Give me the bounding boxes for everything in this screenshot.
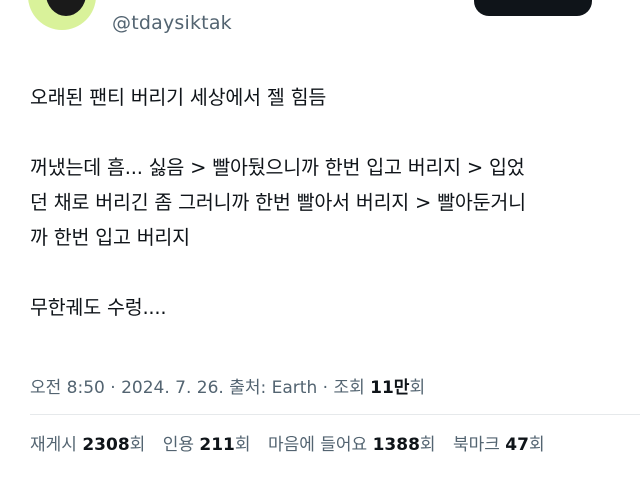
tweet-text: 오래된 팬티 버리기 세상에서 젤 힘듬 꺼냈는데 흠... 싫음 > 빨아뒀으… [30, 80, 620, 325]
tweet-meta: 오전 8:50 · 2024. 7. 26. 출처: Earth · 조회 11… [30, 373, 425, 398]
follow-button[interactable] [474, 0, 592, 16]
source-label: 출처: [229, 378, 267, 398]
likes-unit: 회 [419, 435, 436, 455]
avatar[interactable] [28, 0, 96, 30]
retweets-count: 2308 [82, 435, 130, 455]
quotes-unit: 회 [234, 435, 251, 455]
avatar-image [46, 0, 86, 16]
likes-count: 1388 [372, 435, 420, 455]
tweet-line: 무한궤도 수렁.... [30, 296, 167, 319]
bookmarks-stat[interactable]: 북마크 47회 [453, 435, 545, 455]
tweet-time[interactable]: 오전 8:50 [30, 378, 105, 398]
engagement-stats: 재게시 2308회 인용 211회 마음에 들어요 1388회 북마크 47회 [30, 430, 557, 455]
retweets-label: 재게시 [30, 435, 77, 455]
meta-separator: · [110, 378, 116, 398]
author-handle[interactable]: @tdaysiktak [112, 12, 232, 34]
tweet-source: Earth [271, 378, 318, 398]
tweet-line: 꺼냈는데 흠... 싫음 > 빨아뒀으니까 한번 입고 버리지 > 입었 [30, 156, 525, 179]
divider [30, 414, 640, 415]
likes-stat[interactable]: 마음에 들어요 1388회 [268, 435, 441, 455]
retweets-unit: 회 [129, 435, 146, 455]
retweets-stat[interactable]: 재게시 2308회 [30, 435, 151, 455]
views-unit: 회 [409, 378, 426, 398]
tweet-line: 오래된 팬티 버리기 세상에서 젤 힘듬 [30, 86, 327, 109]
quotes-stat[interactable]: 인용 211회 [163, 435, 256, 455]
quotes-label: 인용 [162, 435, 194, 455]
likes-label: 마음에 들어요 [267, 435, 368, 455]
bookmarks-unit: 회 [528, 435, 545, 455]
bookmarks-count: 47 [505, 435, 529, 455]
quotes-count: 211 [199, 435, 235, 455]
meta-separator: · [322, 378, 329, 398]
views-label: 조회 [333, 378, 365, 398]
tweet-line: 던 채로 버리긴 좀 그러니까 한번 빨아서 버리지 > 빨아둔거니 [30, 191, 526, 214]
bookmarks-label: 북마크 [452, 435, 500, 455]
tweet-line: 까 한번 입고 버리지 [30, 226, 190, 249]
views-count: 11만 [370, 378, 410, 398]
tweet-date[interactable]: 2024. 7. 26. [121, 378, 224, 398]
